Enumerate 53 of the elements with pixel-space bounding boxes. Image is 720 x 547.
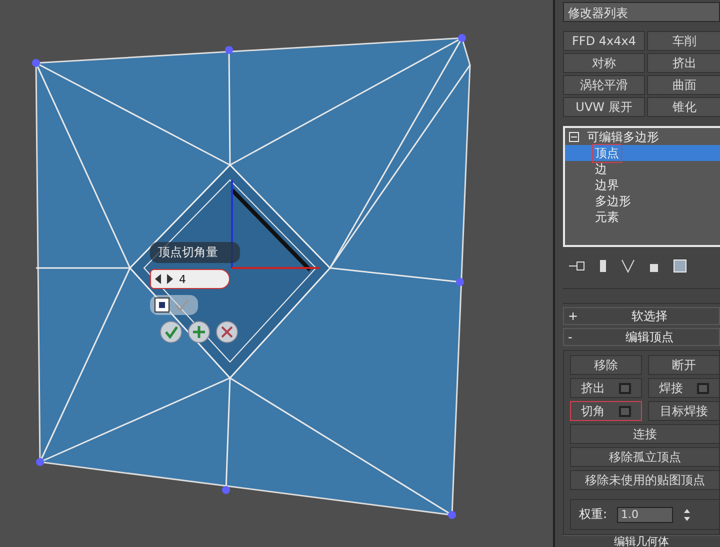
subobject-row[interactable]: 多边形 [565, 193, 720, 209]
modifier-button[interactable]: 挤出 [647, 53, 720, 73]
chamfer-amount-field[interactable]: 4 [150, 269, 230, 289]
rollout-title: 编辑顶点 [624, 328, 674, 346]
rollout-header[interactable]: + 软选择 [563, 307, 720, 325]
modifier-button[interactable]: 锥化 [647, 97, 720, 117]
close-icon [221, 326, 233, 338]
vertex-button[interactable]: 切角 [570, 401, 642, 421]
modifier-button[interactable]: FFD 4x4x4 [563, 31, 645, 51]
rollout-title: 软选择 [630, 308, 668, 324]
subobject-label: 边 [594, 160, 608, 178]
subobject-label: 边界 [594, 176, 620, 194]
subobject-label: 顶点 [593, 144, 621, 162]
rollout-header[interactable]: - 编辑顶点 [563, 328, 720, 346]
vertex-button[interactable]: 移除孤立顶点 [570, 447, 720, 467]
subobject-label: 多边形 [594, 192, 632, 210]
bar-icon[interactable] [599, 258, 607, 273]
weight-label: 权重: [579, 506, 608, 523]
check-icon [164, 325, 178, 339]
funnel-icon[interactable] [621, 258, 635, 273]
vertex-button[interactable]: 移除未使用的贴图顶点 [570, 470, 720, 490]
spinner-arrows-icon[interactable] [155, 274, 173, 284]
vertex-button[interactable]: 移除 [570, 355, 642, 375]
check-icon[interactable] [174, 297, 190, 313]
vertex-button[interactable]: 挤出 [570, 378, 642, 398]
stack-item[interactable]: 可编辑多边形 [585, 128, 661, 146]
caddy-title: 顶点切角量 [150, 242, 240, 263]
vertex-button[interactable]: 目标焊接 [648, 401, 720, 421]
minus-icon [571, 134, 577, 140]
weight-field[interactable]: 1.0 [617, 506, 674, 522]
rollout-sign: - [568, 330, 574, 344]
vertex-button[interactable]: 断开 [648, 355, 720, 375]
vertex-button[interactable]: 连接 [570, 424, 720, 444]
vertex-grid-icon[interactable] [154, 297, 170, 313]
pin-icon[interactable] [569, 260, 585, 272]
rollout-title[interactable]: 编辑几何体 [563, 535, 720, 547]
modifier-button[interactable]: 车削 [647, 31, 720, 51]
subobject-row[interactable]: 边 [565, 161, 720, 177]
modifier-button[interactable]: UVW 展开 [563, 97, 645, 117]
subobject-row[interactable]: 边界 [565, 177, 720, 193]
subobject-label: 元素 [594, 208, 620, 226]
modifier-button[interactable]: 涡轮平滑 [563, 75, 645, 95]
configure-icon[interactable] [673, 258, 687, 273]
subobject-row[interactable]: 顶点 [565, 145, 720, 161]
rollout-sign: + [568, 309, 580, 323]
modifier-button[interactable]: 曲面 [647, 75, 720, 95]
collapse-toggle[interactable] [569, 132, 579, 142]
vertex-button[interactable]: 焊接 [648, 378, 720, 398]
spinner-icon[interactable] [683, 508, 692, 522]
modifier-list-dropdown[interactable]: 修改器列表 [563, 2, 720, 22]
subobject-row[interactable]: 元素 [565, 209, 720, 225]
plus-icon [192, 325, 206, 339]
modifier-button[interactable]: 对称 [563, 53, 645, 73]
